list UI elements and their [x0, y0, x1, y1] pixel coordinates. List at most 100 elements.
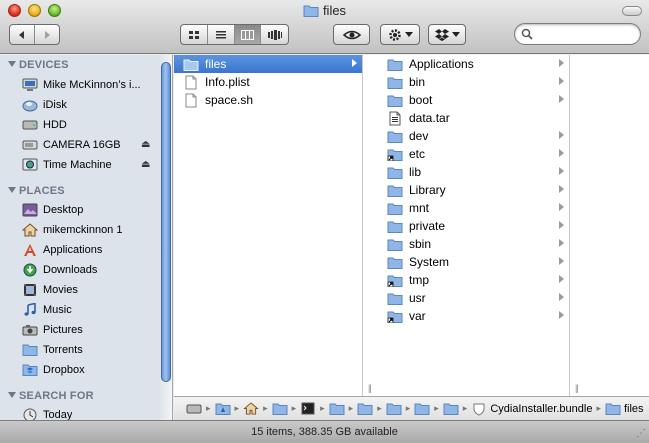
folder-icon — [387, 164, 403, 180]
column-resizer[interactable]: || — [363, 55, 378, 396]
toolbar-toggle-button[interactable] — [622, 6, 642, 16]
eject-icon[interactable]: ⏏ — [141, 159, 150, 170]
sidebar-item-movies[interactable]: Movies — [22, 280, 154, 299]
sidebar-scrollbar[interactable] — [159, 55, 172, 424]
sidebar-item-idisk[interactable]: iDisk — [22, 95, 154, 114]
column-3 — [585, 55, 649, 396]
sidebar-header-label: DEVICES — [19, 59, 69, 71]
list-item[interactable]: boot — [378, 91, 569, 109]
sidebar-item-hdd[interactable]: HDD — [22, 115, 154, 134]
breadcrumb[interactable]: ▸ — [329, 402, 358, 416]
list-item[interactable]: Applications — [378, 55, 569, 73]
breadcrumb[interactable]: ▸ — [272, 402, 301, 416]
back-button[interactable] — [10, 25, 35, 44]
list-item[interactable]: lib — [378, 163, 569, 181]
list-item[interactable]: etc — [378, 145, 569, 163]
list-item[interactable]: bin — [378, 73, 569, 91]
sidebar-item-label: Downloads — [43, 263, 98, 276]
list-item[interactable]: dev — [378, 127, 569, 145]
list-view-button[interactable] — [208, 25, 235, 44]
eye-icon — [342, 30, 361, 39]
breadcrumb[interactable]: ▸ — [443, 402, 472, 416]
breadcrumb-separator-icon: ▸ — [263, 403, 268, 413]
sidebar-item-time-machine[interactable]: Time Machine — [22, 155, 154, 174]
search-input[interactable] — [537, 26, 633, 42]
disclosure-arrow-icon — [559, 131, 564, 139]
sidebar-item-label: Music — [43, 303, 72, 316]
sidebar-item-pictures[interactable]: Pictures — [22, 320, 154, 339]
title-toolbar: files — [0, 0, 649, 54]
breadcrumb[interactable]: ▸ — [414, 402, 443, 416]
list-item[interactable]: Info.plist — [174, 73, 362, 91]
list-item[interactable]: tmp — [378, 271, 569, 289]
list-item[interactable]: private — [378, 217, 569, 235]
breadcrumb-label: CydiaInstaller.bundle — [490, 402, 593, 415]
list-item[interactable]: mnt — [378, 199, 569, 217]
sidebar-header-search-for[interactable]: SEARCH FOR — [8, 390, 94, 402]
item-name: private — [409, 219, 446, 233]
column-resizer[interactable]: || — [570, 55, 585, 396]
file-icon — [387, 110, 403, 126]
icon-view-icon — [188, 30, 199, 39]
breadcrumb[interactable]: ▸ — [243, 402, 272, 416]
sidebar-item-home[interactable]: mikemckinnon 1 — [22, 220, 154, 239]
window-resize-grip-icon[interactable]: ⋰ — [636, 428, 646, 439]
sidebar-item-computer[interactable]: Mike McKinnon’s i... — [22, 75, 154, 94]
sidebar-scroll-thumb[interactable] — [161, 62, 171, 382]
folder-icon — [387, 56, 403, 72]
list-item[interactable]: System — [378, 253, 569, 271]
sidebar-item-label: Pictures — [43, 323, 83, 336]
window-title: files — [0, 3, 649, 20]
folder-icon — [387, 128, 403, 144]
search-field[interactable] — [514, 23, 641, 45]
list-item[interactable]: Library — [378, 181, 569, 199]
icon-view-button[interactable] — [181, 25, 208, 44]
list-item[interactable]: sbin — [378, 235, 569, 253]
disclosure-triangle-icon — [8, 187, 16, 193]
item-name: bin — [409, 75, 426, 89]
breadcrumb-separator-icon: ▸ — [234, 403, 240, 413]
disclosure-arrow-icon — [559, 59, 564, 67]
list-item[interactable]: space.sh — [174, 91, 362, 109]
disclosure-arrow-icon — [559, 77, 564, 85]
sidebar-item-label: Time Machine — [43, 158, 112, 171]
eject-icon[interactable]: ⏏ — [141, 139, 150, 150]
sidebar-item-music[interactable]: Music — [22, 300, 154, 319]
breadcrumb[interactable]: ▸ — [386, 402, 415, 416]
breadcrumb-separator-icon: ▸ — [377, 403, 382, 413]
breadcrumb[interactable]: files — [605, 402, 644, 416]
sidebar-item-camera[interactable]: CAMERA 16GB — [22, 135, 154, 154]
resize-grip-icon: || — [575, 383, 579, 393]
quick-look-button[interactable] — [333, 24, 370, 45]
breadcrumb-separator-icon: ▸ — [434, 403, 439, 413]
sidebar-item-dropbox[interactable]: Dropbox — [22, 360, 154, 379]
breadcrumb[interactable]: ▸ — [215, 402, 244, 416]
action-menu-button[interactable] — [380, 24, 420, 45]
status-bar: 15 items, 388.35 GB available — [0, 420, 649, 443]
list-item[interactable]: data.tar — [378, 109, 569, 127]
sidebar-item-downloads[interactable]: Downloads — [22, 260, 154, 279]
breadcrumb[interactable]: CydiaInstaller.bundle ▸ — [471, 402, 605, 416]
sidebar-item-label: Desktop — [43, 203, 84, 216]
coverflow-view-button[interactable] — [261, 25, 288, 44]
list-item[interactable]: var — [378, 307, 569, 325]
item-name: var — [409, 309, 426, 323]
list-item[interactable]: files — [174, 55, 362, 73]
folder-icon — [387, 74, 403, 90]
list-item[interactable]: usr — [378, 289, 569, 307]
dropbox-menu-button[interactable] — [428, 24, 466, 45]
column-view-button[interactable] — [234, 25, 262, 44]
sidebar-item-torrents[interactable]: Torrents — [22, 340, 154, 359]
applications-icon — [22, 242, 38, 258]
applications-folder-icon — [215, 402, 231, 416]
breadcrumb[interactable]: ▸ — [300, 402, 329, 416]
disclosure-arrow-icon — [559, 185, 564, 193]
sidebar-header-places[interactable]: PLACES — [8, 185, 65, 197]
sidebar-header-devices[interactable]: DEVICES — [8, 59, 69, 71]
forward-button[interactable] — [35, 25, 59, 44]
breadcrumb[interactable]: ▸ — [186, 402, 215, 416]
sidebar-item-applications[interactable]: Applications — [22, 240, 154, 259]
idisk-icon — [22, 97, 38, 113]
sidebar-item-desktop[interactable]: Desktop — [22, 200, 154, 219]
breadcrumb[interactable]: ▸ — [357, 402, 386, 416]
